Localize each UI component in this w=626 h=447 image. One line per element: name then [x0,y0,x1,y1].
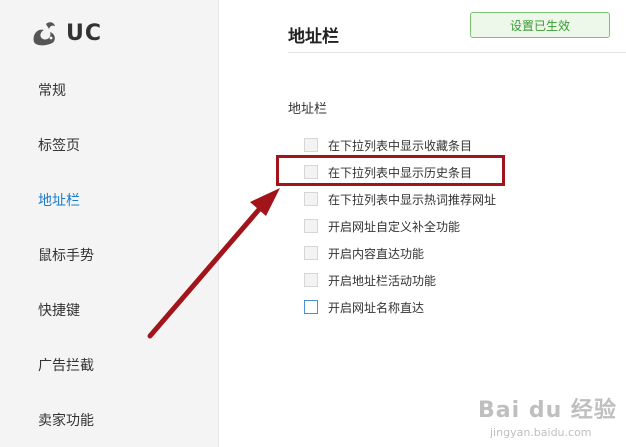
annotation-arrow-icon [147,188,280,339]
